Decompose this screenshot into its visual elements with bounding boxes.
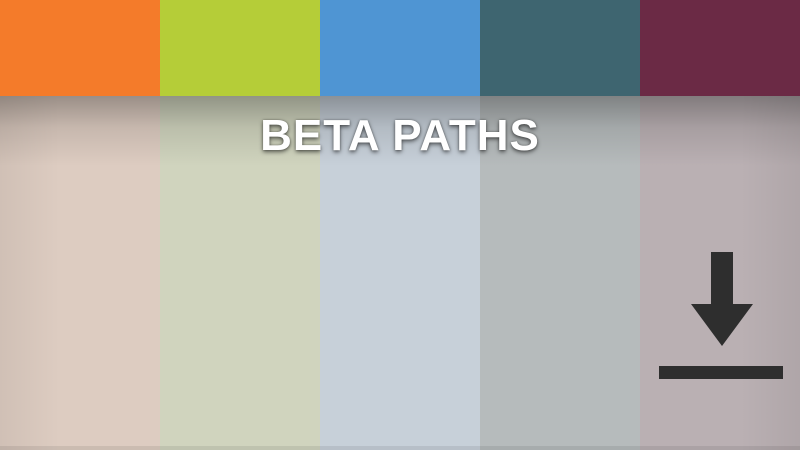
bottom-edge <box>0 446 800 450</box>
color-column-teal <box>480 0 640 450</box>
color-column-plum <box>640 0 800 450</box>
download-button[interactable] <box>659 252 783 380</box>
color-bar-orange <box>0 0 160 96</box>
color-bar-blue <box>320 0 480 96</box>
color-bar-green <box>160 0 320 96</box>
color-column-green <box>160 0 320 450</box>
color-bar-teal <box>480 0 640 96</box>
color-columns <box>0 0 800 450</box>
page-title: BETA PATHS <box>260 111 540 160</box>
color-column-orange <box>0 0 160 450</box>
banner: BETA PATHS <box>0 0 800 450</box>
download-icon <box>659 252 783 379</box>
color-bar-plum <box>640 0 800 96</box>
color-column-blue <box>320 0 480 450</box>
